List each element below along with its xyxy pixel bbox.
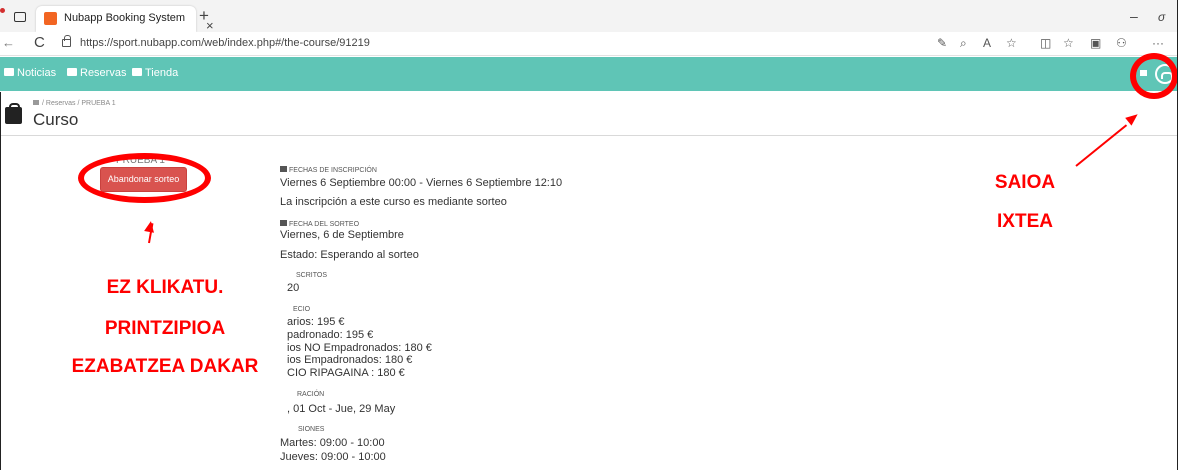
address-bar: ← C https://sport.nubapp.com/web/index.p… bbox=[0, 32, 1178, 56]
favicon-icon bbox=[44, 12, 57, 25]
sessions-label: SIONES bbox=[298, 426, 325, 433]
tab-title: Nubapp Booking System bbox=[64, 12, 186, 24]
price-item: ios NO Empadronados: 180 € bbox=[287, 342, 432, 354]
users-icon bbox=[280, 220, 287, 226]
corner-dot bbox=[0, 8, 5, 13]
lock-icon bbox=[62, 35, 71, 47]
price-label: ECIO bbox=[293, 306, 311, 313]
draw-note: La inscripción a este curso es mediante … bbox=[280, 196, 507, 208]
nav-noticias-label: Noticias bbox=[17, 67, 57, 79]
nav-reservas-label: Reservas bbox=[80, 67, 127, 79]
breadcrumb-sep: / bbox=[42, 100, 44, 107]
favorite-icon[interactable]: ☆ bbox=[1006, 36, 1017, 50]
more-icon[interactable]: ··· bbox=[1152, 36, 1164, 50]
minimize-button[interactable]: – bbox=[1130, 8, 1138, 24]
draw-state: Estado: Esperando al sorteo bbox=[280, 249, 419, 261]
back-button[interactable]: ← bbox=[2, 35, 15, 50]
screenshot: Nubapp Booking System × + – σ ← C https:… bbox=[0, 0, 1178, 470]
favorites-icon[interactable]: ☆ bbox=[1063, 36, 1074, 50]
breadcrumb: / Reservas / PRUEBA 1 bbox=[33, 100, 116, 107]
restore-button[interactable]: σ bbox=[1158, 10, 1165, 24]
read-aloud-icon[interactable]: A bbox=[983, 36, 991, 50]
browser-tab[interactable]: Nubapp Booking System × bbox=[36, 6, 214, 33]
tab-actions-icon[interactable] bbox=[14, 12, 26, 22]
duration-label: RACIÓN bbox=[297, 391, 325, 398]
new-tab-button[interactable]: + bbox=[199, 7, 209, 24]
nav-tienda[interactable]: Tienda bbox=[132, 67, 178, 79]
browser-tabbar: Nubapp Booking System × + – σ bbox=[0, 0, 1178, 33]
arrow-head-left bbox=[144, 220, 156, 233]
page-header bbox=[0, 92, 1178, 136]
session-item: Martes: 09:00 - 10:00 bbox=[280, 437, 385, 449]
duration-value: , 01 Oct - Jue, 29 May bbox=[287, 403, 396, 415]
inscription-label-text: FECHAS DE INSCRIPCIÓN bbox=[289, 167, 377, 174]
newspaper-icon bbox=[4, 68, 14, 76]
home-icon[interactable] bbox=[33, 100, 39, 105]
calendar-icon bbox=[280, 166, 287, 172]
price-item: CIO RIPAGAINA : 180 € bbox=[287, 367, 405, 379]
nav-tienda-label: Tienda bbox=[145, 67, 179, 79]
breadcrumb-reservas[interactable]: Reservas bbox=[46, 100, 76, 107]
url-field[interactable]: https://sport.nubapp.com/web/index.php#/… bbox=[80, 37, 370, 49]
search-icon[interactable]: ⌕ bbox=[960, 36, 967, 51]
draw-date: Viernes, 6 de Septiembre bbox=[280, 229, 404, 241]
shopping-bag-icon bbox=[5, 103, 22, 124]
nav-reservas[interactable]: Reservas bbox=[67, 67, 126, 79]
enrolled-label: SCRITOS bbox=[296, 272, 327, 279]
inscription-label: FECHAS DE INSCRIPCIÓN bbox=[280, 166, 377, 174]
frame-edge bbox=[0, 92, 1, 470]
inscription-dates: Viernes 6 Septiembre 00:00 - Viernes 6 S… bbox=[280, 177, 563, 189]
collections-icon[interactable]: ▣ bbox=[1090, 36, 1101, 50]
price-item: padronado: 195 € bbox=[287, 329, 374, 341]
page-title: Curso bbox=[33, 110, 79, 129]
extensions-icon[interactable]: ⚇ bbox=[1116, 36, 1127, 50]
price-item: ios Empadronados: 180 € bbox=[287, 354, 413, 366]
shop-icon bbox=[132, 68, 142, 76]
logout-note-line-2: IXTEA bbox=[997, 211, 1053, 232]
split-screen-icon[interactable]: ◫ bbox=[1040, 36, 1051, 50]
pen-icon[interactable]: ✎ bbox=[937, 36, 947, 50]
warning-line-1: EZ KLIKATU. bbox=[106, 277, 224, 298]
logout-note-line-1: SAIOA bbox=[994, 172, 1056, 193]
warning-line-3: EZABATZEA DAKAR bbox=[71, 356, 259, 377]
nav-noticias[interactable]: Noticias bbox=[4, 67, 56, 79]
calendar-icon bbox=[67, 68, 77, 76]
session-item: Jueves: 09:00 - 10:00 bbox=[280, 451, 386, 463]
highlight-ellipse-logout bbox=[1130, 53, 1178, 99]
draw-date-label-text: FECHA DEL SORTEO bbox=[289, 221, 360, 228]
enrolled-value: 20 bbox=[287, 282, 300, 294]
price-item: arios: 195 € bbox=[287, 316, 345, 328]
highlight-ellipse-abandon bbox=[78, 153, 211, 203]
reload-button[interactable]: C bbox=[34, 34, 45, 51]
breadcrumb-sep: / bbox=[77, 100, 80, 107]
breadcrumb-course: PRUEBA 1 bbox=[81, 100, 116, 107]
draw-date-label: FECHA DEL SORTEO bbox=[280, 220, 359, 228]
warning-line-2: PRINTZIPIOA bbox=[104, 318, 226, 339]
